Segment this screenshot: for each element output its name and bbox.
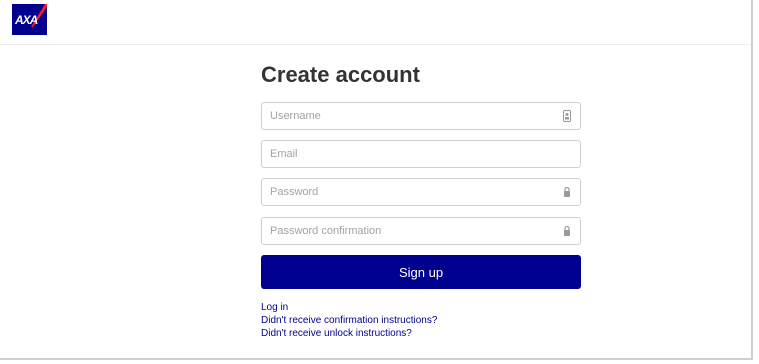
logo-text: AXA (15, 13, 38, 27)
email-input[interactable] (262, 141, 550, 167)
lock-icon (564, 225, 570, 236)
page-frame: AXA Create account Username Email Sign u… (0, 0, 753, 360)
password-input[interactable] (262, 179, 550, 205)
axa-logo[interactable]: AXA (12, 4, 47, 35)
password-confirmation-input[interactable] (262, 218, 550, 244)
create-account-form: Create account Sig (261, 58, 581, 339)
top-header: AXA (0, 0, 751, 45)
unlock-instructions-link[interactable]: Didn't receive unlock instructions? (261, 327, 437, 340)
password-confirmation-field-wrapper (261, 217, 581, 245)
contact-card-icon (563, 110, 571, 122)
sign-up-button[interactable]: Sign up (261, 255, 581, 289)
email-field-wrapper (261, 140, 581, 168)
log-in-link[interactable]: Log in (261, 301, 437, 314)
password-field-wrapper (261, 178, 581, 206)
confirmation-instructions-link[interactable]: Didn't receive confirmation instructions… (261, 314, 437, 327)
username-field-wrapper (261, 102, 581, 130)
lock-icon (564, 186, 570, 197)
username-input[interactable] (262, 103, 550, 129)
page-title: Create account (261, 62, 420, 87)
auth-links: Log in Didn't receive confirmation instr… (261, 301, 437, 340)
